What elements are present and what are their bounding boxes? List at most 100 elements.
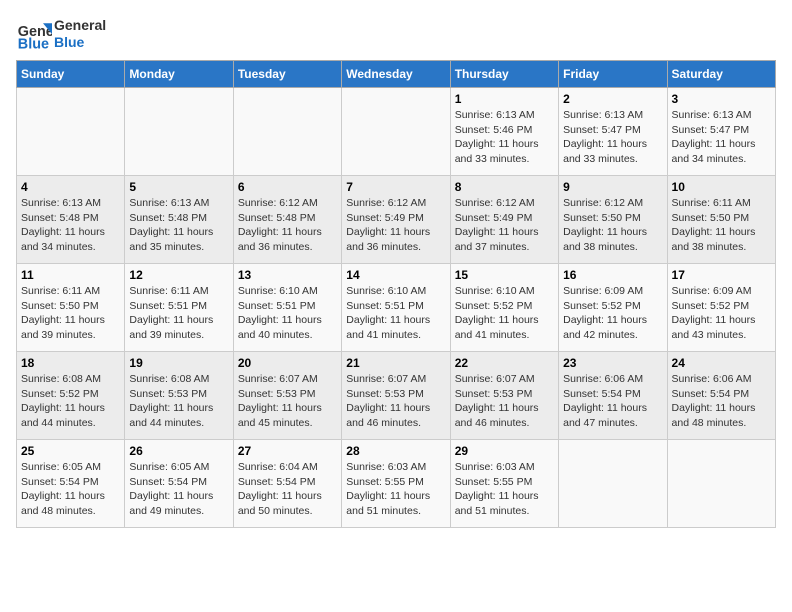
day-info: Sunrise: 6:12 AM Sunset: 5:49 PM Dayligh… <box>455 196 554 255</box>
day-header-thursday: Thursday <box>450 61 558 88</box>
day-header-monday: Monday <box>125 61 233 88</box>
calendar-cell: 9 Sunrise: 6:12 AM Sunset: 5:50 PM Daylig… <box>559 176 667 264</box>
day-number: 13 <box>238 268 337 282</box>
day-number: 2 <box>563 92 662 106</box>
calendar-cell: 12 Sunrise: 6:11 AM Sunset: 5:51 PM Dayli… <box>125 264 233 352</box>
day-number: 16 <box>563 268 662 282</box>
calendar-table: SundayMondayTuesdayWednesdayThursdayFrid… <box>16 60 776 528</box>
day-info: Sunrise: 6:07 AM Sunset: 5:53 PM Dayligh… <box>346 372 445 431</box>
calendar-cell <box>125 88 233 176</box>
day-info: Sunrise: 6:13 AM Sunset: 5:47 PM Dayligh… <box>672 108 771 167</box>
day-info: Sunrise: 6:03 AM Sunset: 5:55 PM Dayligh… <box>455 460 554 519</box>
calendar-header-row: SundayMondayTuesdayWednesdayThursdayFrid… <box>17 61 776 88</box>
day-number: 22 <box>455 356 554 370</box>
calendar-cell: 27 Sunrise: 6:04 AM Sunset: 5:54 PM Dayli… <box>233 440 341 528</box>
calendar-cell: 18 Sunrise: 6:08 AM Sunset: 5:52 PM Dayli… <box>17 352 125 440</box>
day-info: Sunrise: 6:12 AM Sunset: 5:48 PM Dayligh… <box>238 196 337 255</box>
day-info: Sunrise: 6:13 AM Sunset: 5:47 PM Dayligh… <box>563 108 662 167</box>
day-number: 26 <box>129 444 228 458</box>
calendar-cell: 19 Sunrise: 6:08 AM Sunset: 5:53 PM Dayli… <box>125 352 233 440</box>
day-info: Sunrise: 6:13 AM Sunset: 5:48 PM Dayligh… <box>129 196 228 255</box>
calendar-cell: 16 Sunrise: 6:09 AM Sunset: 5:52 PM Dayli… <box>559 264 667 352</box>
calendar-week-row: 11 Sunrise: 6:11 AM Sunset: 5:50 PM Dayli… <box>17 264 776 352</box>
day-info: Sunrise: 6:05 AM Sunset: 5:54 PM Dayligh… <box>21 460 120 519</box>
calendar-cell <box>17 88 125 176</box>
day-number: 5 <box>129 180 228 194</box>
calendar-cell: 23Sunrise: 6:06 AM Sunset: 5:54 PM Dayli… <box>559 352 667 440</box>
day-info: Sunrise: 6:06 AM Sunset: 5:54 PM Dayligh… <box>672 372 771 431</box>
day-number: 20 <box>238 356 337 370</box>
day-info: Sunrise: 6:07 AM Sunset: 5:53 PM Dayligh… <box>455 372 554 431</box>
calendar-cell: 26 Sunrise: 6:05 AM Sunset: 5:54 PM Dayli… <box>125 440 233 528</box>
day-number: 21 <box>346 356 445 370</box>
calendar-cell: 24 Sunrise: 6:06 AM Sunset: 5:54 PM Dayli… <box>667 352 775 440</box>
calendar-week-row: 4 Sunrise: 6:13 AM Sunset: 5:48 PM Daylig… <box>17 176 776 264</box>
calendar-cell: 6 Sunrise: 6:12 AM Sunset: 5:48 PM Daylig… <box>233 176 341 264</box>
day-number: 25 <box>21 444 120 458</box>
day-info: Sunrise: 6:13 AM Sunset: 5:46 PM Dayligh… <box>455 108 554 167</box>
day-info: Sunrise: 6:03 AM Sunset: 5:55 PM Dayligh… <box>346 460 445 519</box>
calendar-cell: 10 Sunrise: 6:11 AM Sunset: 5:50 PM Dayli… <box>667 176 775 264</box>
logo: General Blue General Blue <box>16 16 106 52</box>
calendar-cell: 28Sunrise: 6:03 AM Sunset: 5:55 PM Dayli… <box>342 440 450 528</box>
day-info: Sunrise: 6:09 AM Sunset: 5:52 PM Dayligh… <box>672 284 771 343</box>
calendar-cell: 7Sunrise: 6:12 AM Sunset: 5:49 PM Daylig… <box>342 176 450 264</box>
svg-text:Blue: Blue <box>18 36 49 52</box>
day-number: 19 <box>129 356 228 370</box>
logo-general: General <box>54 17 106 33</box>
day-info: Sunrise: 6:08 AM Sunset: 5:53 PM Dayligh… <box>129 372 228 431</box>
calendar-cell: 2 Sunrise: 6:13 AM Sunset: 5:47 PM Daylig… <box>559 88 667 176</box>
day-number: 24 <box>672 356 771 370</box>
day-info: Sunrise: 6:05 AM Sunset: 5:54 PM Dayligh… <box>129 460 228 519</box>
day-number: 12 <box>129 268 228 282</box>
day-number: 9 <box>563 180 662 194</box>
day-number: 8 <box>455 180 554 194</box>
logo-icon: General Blue <box>16 16 52 52</box>
day-info: Sunrise: 6:13 AM Sunset: 5:48 PM Dayligh… <box>21 196 120 255</box>
day-info: Sunrise: 6:07 AM Sunset: 5:53 PM Dayligh… <box>238 372 337 431</box>
page-header: General Blue General Blue <box>16 16 776 52</box>
calendar-cell: 4 Sunrise: 6:13 AM Sunset: 5:48 PM Daylig… <box>17 176 125 264</box>
calendar-cell: 20 Sunrise: 6:07 AM Sunset: 5:53 PM Dayli… <box>233 352 341 440</box>
calendar-cell <box>342 88 450 176</box>
calendar-cell: 11 Sunrise: 6:11 AM Sunset: 5:50 PM Dayli… <box>17 264 125 352</box>
calendar-week-row: 25 Sunrise: 6:05 AM Sunset: 5:54 PM Dayli… <box>17 440 776 528</box>
day-info: Sunrise: 6:09 AM Sunset: 5:52 PM Dayligh… <box>563 284 662 343</box>
day-info: Sunrise: 6:10 AM Sunset: 5:51 PM Dayligh… <box>238 284 337 343</box>
calendar-cell: 29 Sunrise: 6:03 AM Sunset: 5:55 PM Dayli… <box>450 440 558 528</box>
calendar-week-row: 1Sunrise: 6:13 AM Sunset: 5:46 PM Daylig… <box>17 88 776 176</box>
day-number: 17 <box>672 268 771 282</box>
day-info: Sunrise: 6:08 AM Sunset: 5:52 PM Dayligh… <box>21 372 120 431</box>
day-header-wednesday: Wednesday <box>342 61 450 88</box>
calendar-cell <box>233 88 341 176</box>
calendar-cell: 22 Sunrise: 6:07 AM Sunset: 5:53 PM Dayli… <box>450 352 558 440</box>
day-number: 14 <box>346 268 445 282</box>
day-info: Sunrise: 6:10 AM Sunset: 5:52 PM Dayligh… <box>455 284 554 343</box>
calendar-cell: 1Sunrise: 6:13 AM Sunset: 5:46 PM Daylig… <box>450 88 558 176</box>
day-number: 6 <box>238 180 337 194</box>
calendar-cell: 5 Sunrise: 6:13 AM Sunset: 5:48 PM Daylig… <box>125 176 233 264</box>
day-number: 18 <box>21 356 120 370</box>
day-header-friday: Friday <box>559 61 667 88</box>
day-number: 29 <box>455 444 554 458</box>
day-number: 7 <box>346 180 445 194</box>
day-number: 11 <box>21 268 120 282</box>
calendar-cell: 25 Sunrise: 6:05 AM Sunset: 5:54 PM Dayli… <box>17 440 125 528</box>
day-info: Sunrise: 6:11 AM Sunset: 5:50 PM Dayligh… <box>21 284 120 343</box>
calendar-week-row: 18 Sunrise: 6:08 AM Sunset: 5:52 PM Dayli… <box>17 352 776 440</box>
day-info: Sunrise: 6:11 AM Sunset: 5:51 PM Dayligh… <box>129 284 228 343</box>
day-number: 27 <box>238 444 337 458</box>
day-info: Sunrise: 6:12 AM Sunset: 5:50 PM Dayligh… <box>563 196 662 255</box>
day-info: Sunrise: 6:06 AM Sunset: 5:54 PM Dayligh… <box>563 372 662 431</box>
day-info: Sunrise: 6:11 AM Sunset: 5:50 PM Dayligh… <box>672 196 771 255</box>
calendar-cell: 21 Sunrise: 6:07 AM Sunset: 5:53 PM Dayli… <box>342 352 450 440</box>
calendar-cell: 3 Sunrise: 6:13 AM Sunset: 5:47 PM Daylig… <box>667 88 775 176</box>
day-header-sunday: Sunday <box>17 61 125 88</box>
day-info: Sunrise: 6:10 AM Sunset: 5:51 PM Dayligh… <box>346 284 445 343</box>
calendar-cell: 13 Sunrise: 6:10 AM Sunset: 5:51 PM Dayli… <box>233 264 341 352</box>
calendar-cell <box>559 440 667 528</box>
day-number: 10 <box>672 180 771 194</box>
day-info: Sunrise: 6:04 AM Sunset: 5:54 PM Dayligh… <box>238 460 337 519</box>
day-number: 3 <box>672 92 771 106</box>
day-number: 4 <box>21 180 120 194</box>
